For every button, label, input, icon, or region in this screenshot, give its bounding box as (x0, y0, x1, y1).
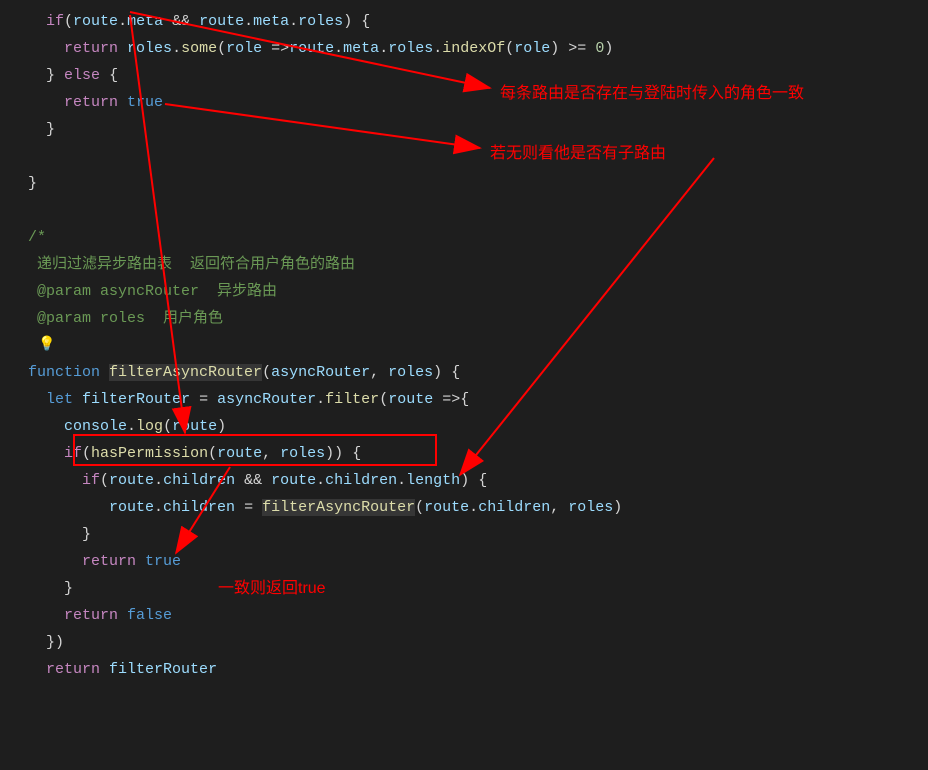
code-line: @param roles 用户角色 (28, 305, 928, 332)
code-editor[interactable]: if(route.meta && route.meta.roles) { ret… (0, 0, 928, 691)
code-line: route.children = filterAsyncRouter(route… (28, 494, 928, 521)
code-line: @param asyncRouter 异步路由 (28, 278, 928, 305)
code-line: return true (28, 548, 928, 575)
code-line: let filterRouter = asyncRouter.filter(ro… (28, 386, 928, 413)
lightbulb-icon[interactable]: 💡 (38, 332, 55, 359)
code-line: return roles.some(role =>route.meta.role… (28, 35, 928, 62)
code-line: function filterAsyncRouter(asyncRouter, … (28, 359, 928, 386)
code-line: return filterRouter (28, 656, 928, 683)
code-line: 递归过滤异步路由表 返回符合用户角色的路由 (28, 251, 928, 278)
code-line: return false (28, 602, 928, 629)
code-line: } (28, 521, 928, 548)
code-line: if(hasPermission(route, roles)) { (28, 440, 928, 467)
code-line: } (28, 575, 928, 602)
code-line: /* (28, 224, 928, 251)
code-line: console.log(route) (28, 413, 928, 440)
code-line (28, 143, 928, 170)
code-line: } (28, 116, 928, 143)
code-line: if(route.meta && route.meta.roles) { (28, 8, 928, 35)
code-line: 💡 (28, 332, 928, 359)
code-line: } else { (28, 62, 928, 89)
code-line: if(route.children && route.children.leng… (28, 467, 928, 494)
code-line (28, 197, 928, 224)
code-line: return true (28, 89, 928, 116)
code-line: }) (28, 629, 928, 656)
code-line: } (28, 170, 928, 197)
